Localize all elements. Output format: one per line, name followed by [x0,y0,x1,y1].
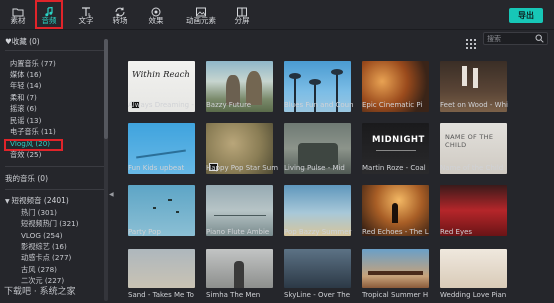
tab-text-label: 文字 [78,16,94,25]
subcategory-beat-sync[interactable]: 动感卡点 (277) [21,253,71,263]
track-title: Bazzy Future [206,101,252,109]
tab-effects-label: 效果 [148,16,164,25]
track-title: Tropical Summer H [362,291,429,299]
short-video-music-label: 短视频音 (2401) [11,196,69,205]
grid-view-icon[interactable] [466,34,476,49]
thumbnail-title-text: MIDNIGHT [372,135,425,145]
category-media[interactable]: 媒体 (16) [10,70,41,80]
collapse-sidebar-icon[interactable]: ◀ [109,191,114,198]
thumbnail-title-text: Within Reach [132,70,190,80]
track-title: Fun Kids upbeat [128,164,185,172]
tab-media-label: 素材 [10,16,26,25]
tab-transitions[interactable]: 转场 [104,2,136,28]
category-young[interactable]: 年轻 (14) [10,81,41,91]
track-title: Sand - Takes Me To [128,291,194,299]
folder-icon [2,3,34,17]
divider [5,50,105,51]
track-title: Wedding Love Pian [440,291,507,299]
search-box[interactable] [483,32,548,45]
category-sound-effects[interactable]: 音效 (25) [10,150,41,160]
category-sidebar: ♥收藏 (0) 内置音乐 (77) 媒体 (16) 年轻 (14) 柔和 (7)… [0,31,114,303]
track-title: Name of the Child [440,164,504,172]
favorites-item[interactable]: ♥收藏 (0) [5,37,40,47]
tab-split-screen[interactable]: 分屏 [226,2,258,28]
scrollbar-thumb[interactable] [104,39,108,139]
subcategory-hot[interactable]: 热门 (301) [21,208,57,218]
subcategory-vlog[interactable]: VLOG (254) [21,231,63,241]
audio-tab-highlight [35,0,63,29]
tab-elements-label: 动画元素 [186,16,216,25]
track-title: Piano Flute Ambie [206,228,270,236]
thumbnail-title-text: NAME OF THE CHILD [445,133,494,149]
track-title: Martin Roze - Coal [362,164,426,172]
track-title: Blues Fun and Coun [284,101,354,109]
track-title: Living Pulse - Mid [284,164,345,172]
subcategory-short-video-hot[interactable]: 短视频热门 (321) [21,219,79,229]
track-title: SkyLine - Over The [284,291,351,299]
top-toolbar: 素材 音频 文字 转场 效果 动画元素 分屏 导出 [0,0,554,30]
track-title: Red Eyes [440,228,473,236]
track-thumbnail[interactable] [284,249,351,288]
track-title: Happy Pop Star Sum [206,164,279,172]
search-icon[interactable] [535,34,544,43]
category-builtin-music[interactable]: 内置音乐 (77) [10,59,56,69]
tab-split-screen-label: 分屏 [234,16,250,25]
track-title: Simha The Men [206,291,261,299]
track-title: Feet on Wood - Whi [440,101,508,109]
track-thumbnail[interactable] [206,249,273,288]
effects-icon [140,3,172,17]
track-thumbnail[interactable] [362,249,429,288]
subcategory-ancient-style[interactable]: 古风 (278) [21,265,57,275]
track-thumbnail[interactable] [128,249,195,288]
text-icon [70,3,102,17]
tab-transitions-label: 转场 [112,16,128,25]
transition-icon [104,3,136,17]
category-rock[interactable]: 摇滚 (6) [10,104,37,114]
track-title: Party Pop [128,228,161,236]
track-thumbnail[interactable] [440,249,507,288]
tab-text[interactable]: 文字 [70,2,102,28]
track-title: Epic Cinematic Pi [362,101,423,109]
sidebar-scrollbar[interactable] [104,39,108,301]
track-title: Always Dreaming - [128,101,194,109]
track-title: Pop Bazzy Summer [284,228,352,236]
category-electronic[interactable]: 电子音乐 (11) [10,127,56,137]
split-screen-icon [226,3,258,17]
tab-media[interactable]: 素材 [2,2,34,28]
export-button[interactable]: 导出 [509,8,543,23]
category-folk[interactable]: 民谣 (13) [10,116,41,126]
subcategory-film-variety[interactable]: 影视综艺 (16) [21,242,67,252]
elements-icon [181,3,221,17]
track-title: Red Echoes - The L [362,228,429,236]
divider [5,166,105,167]
category-soft[interactable]: 柔和 (7) [10,93,37,103]
divider [5,189,105,190]
short-video-music-group[interactable]: ▼ 短视频音 (2401) [5,196,69,207]
search-input[interactable] [487,33,535,44]
tab-effects[interactable]: 效果 [140,2,172,28]
tab-elements[interactable]: 动画元素 [181,2,221,28]
my-music-item[interactable]: 我的音乐 (0) [5,174,48,184]
watermark: 下载吧 · 系统之家 [4,287,76,297]
